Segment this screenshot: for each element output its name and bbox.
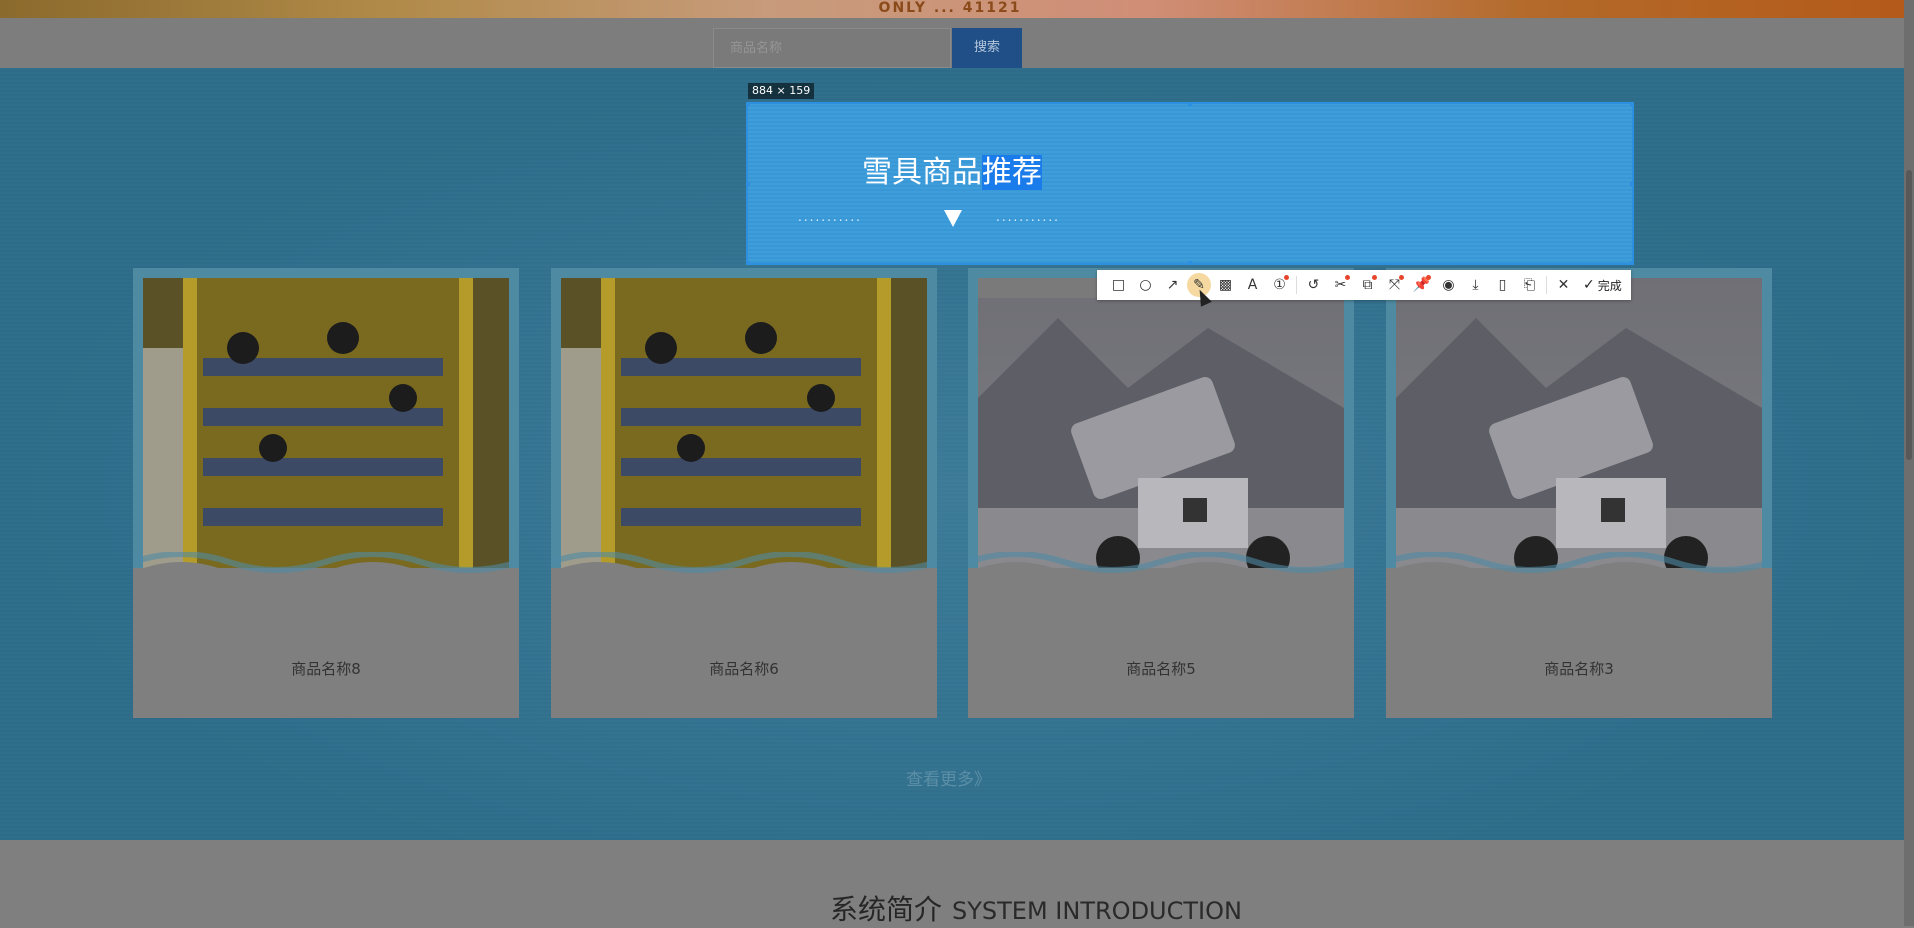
scrollbar-thumb[interactable]	[1906, 170, 1912, 460]
toolbar-divider	[1546, 276, 1547, 294]
text-icon[interactable]: A	[1239, 270, 1266, 300]
mobile-icon[interactable]: ▯	[1489, 270, 1516, 300]
resize-handle[interactable]	[1188, 261, 1192, 265]
section-title: 雪具商品推荐	[862, 152, 1042, 194]
badge-dot	[1372, 275, 1377, 280]
translate-icon[interactable]: ⤧	[1381, 270, 1408, 300]
title-dots-right: ...........	[996, 210, 1060, 224]
product-card[interactable]: 商品名称5	[968, 268, 1354, 718]
capture-size-label: 884 × 159	[748, 83, 815, 99]
bookmark-icon[interactable]: ⎗	[1516, 270, 1543, 300]
down-arrow-icon	[944, 210, 962, 227]
intro-title-cn: 系统简介	[830, 893, 943, 926]
badge-dot	[1399, 275, 1404, 280]
search-bar: 商品名称 搜索	[0, 18, 1914, 68]
arrow-icon[interactable]: ↗	[1159, 270, 1186, 300]
product-name[interactable]: 商品名称8	[133, 658, 519, 679]
done-button[interactable]: ✓ 完成	[1577, 277, 1628, 294]
ocr-icon[interactable]: ⧉	[1354, 270, 1381, 300]
badge-dot	[1426, 275, 1431, 280]
product-image	[143, 278, 509, 588]
snow-cannon-image	[978, 278, 1344, 588]
card-wave	[1386, 552, 1772, 718]
snowboard-rack-image	[561, 278, 927, 588]
product-image	[978, 278, 1344, 588]
banner-ribbon-text: ONLY ... 41121	[878, 0, 1022, 16]
product-image	[1396, 278, 1762, 588]
product-image	[561, 278, 927, 588]
search-button[interactable]: 搜索	[952, 28, 1022, 68]
resize-handle[interactable]	[1630, 102, 1634, 106]
mosaic-icon[interactable]: ▩	[1212, 270, 1239, 300]
close-icon[interactable]: ✕	[1550, 270, 1577, 300]
record-icon[interactable]: ◉	[1435, 270, 1462, 300]
vertical-scrollbar[interactable]	[1904, 0, 1914, 926]
translate-icon-glyph: ⤧	[1388, 277, 1401, 293]
done-label: 完成	[1597, 278, 1622, 293]
download-icon[interactable]: ⤓	[1462, 270, 1489, 300]
resize-handle[interactable]	[746, 182, 750, 186]
undo-icon[interactable]: ↺	[1300, 270, 1327, 300]
card-wave	[133, 552, 519, 718]
badge-dot	[1284, 275, 1289, 280]
resize-handle[interactable]	[1630, 182, 1634, 186]
product-card[interactable]: 商品名称8	[133, 268, 519, 718]
number-icon[interactable]: ①	[1266, 270, 1293, 300]
snow-cannon-image	[1396, 318, 1762, 588]
search-input[interactable]: 商品名称	[713, 28, 951, 68]
top-banner: ONLY ... 41121	[0, 0, 1914, 18]
intro-title-en: SYSTEM INTRODUCTION	[952, 897, 1242, 925]
check-icon: ✓	[1583, 277, 1595, 293]
rectangle-icon[interactable]: □	[1105, 270, 1132, 300]
scissors-icon[interactable]: ✂	[1327, 270, 1354, 300]
toolbar-divider	[1296, 276, 1297, 294]
product-card[interactable]: 商品名称3	[1386, 268, 1772, 718]
resize-handle[interactable]	[746, 102, 750, 106]
product-name[interactable]: 商品名称3	[1386, 658, 1772, 679]
resize-handle[interactable]	[1188, 102, 1192, 106]
pin-icon[interactable]: 📌	[1408, 270, 1435, 300]
product-name[interactable]: 商品名称6	[551, 658, 937, 679]
product-card[interactable]: 商品名称6	[551, 268, 937, 718]
scissors-icon-glyph: ✂	[1334, 277, 1347, 293]
title-dots-left: ...........	[798, 210, 862, 224]
card-wave	[968, 552, 1354, 718]
capture-toolbar: □ ○ ↗ ✎ ▩ A ① ↺ ✂ ⧉ ⤧ 📌 ◉ ⤓ ▯ ⎗ ✕ ✓ 完成	[1097, 270, 1631, 300]
resize-handle[interactable]	[746, 261, 750, 265]
resize-handle[interactable]	[1630, 261, 1634, 265]
snowboard-rack-image	[143, 278, 509, 588]
view-more-link[interactable]: 查看更多》	[906, 765, 991, 790]
product-name[interactable]: 商品名称5	[968, 658, 1354, 679]
section-title-text: 雪具商品	[862, 155, 982, 190]
ellipse-icon[interactable]: ○	[1132, 270, 1159, 300]
section-title-highlight: 推荐	[982, 155, 1042, 190]
intro-title: 系统简介 SYSTEM INTRODUCTION	[830, 888, 1242, 928]
ocr-icon-glyph: ⧉	[1362, 277, 1373, 293]
badge-dot	[1345, 275, 1350, 280]
card-wave	[551, 552, 937, 718]
